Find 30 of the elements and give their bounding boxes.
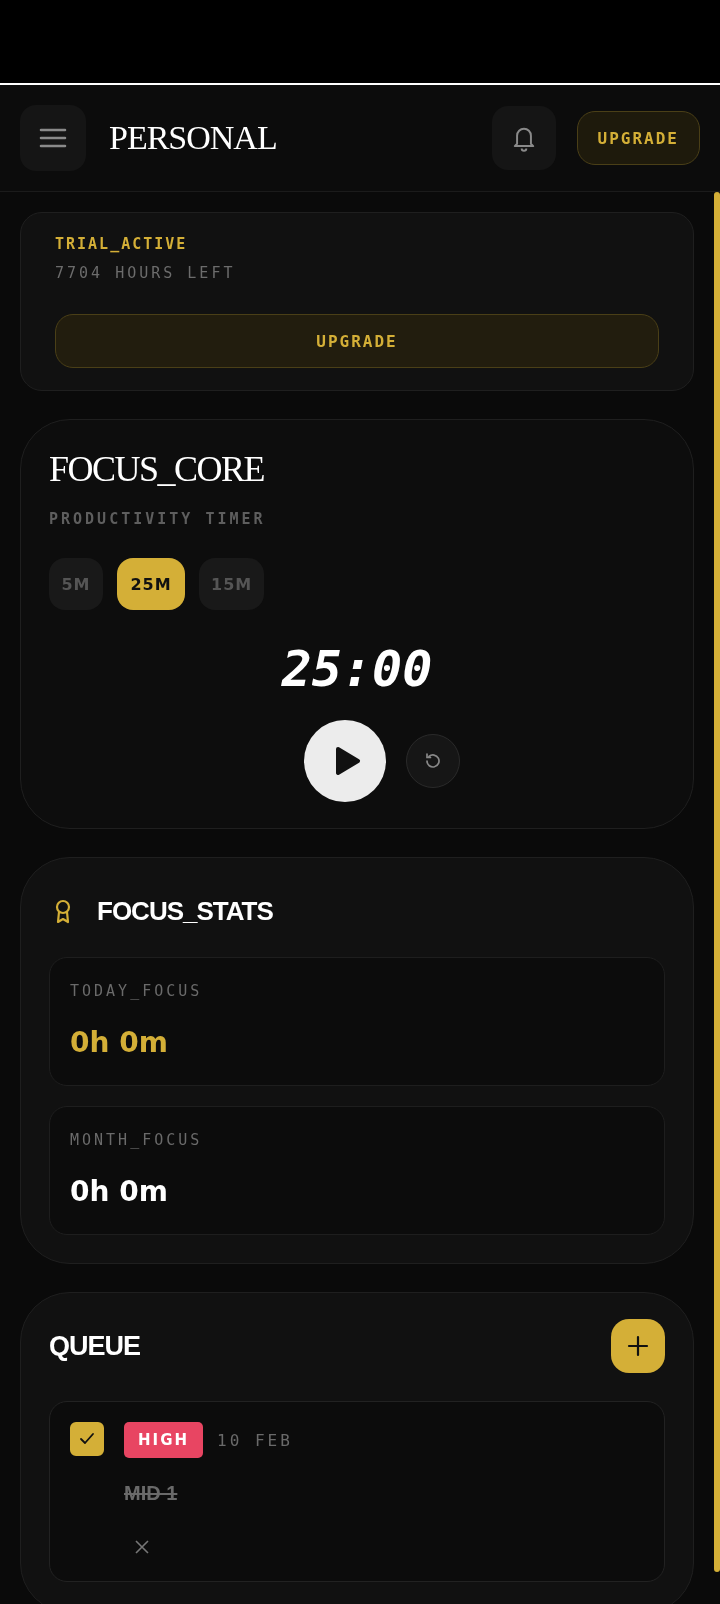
task-title: MID 1 (124, 1482, 178, 1505)
plus-icon (627, 1335, 649, 1357)
check-icon (79, 1432, 95, 1446)
app-title: PERSONAL (109, 119, 277, 157)
priority-tag: HIGH (124, 1422, 203, 1458)
timer-subtitle: PRODUCTIVITY TIMER (49, 510, 267, 528)
stat-label: TODAY_FOCUS (70, 982, 204, 1000)
reset-icon (423, 751, 443, 771)
stat-value: 0h 0m (70, 1175, 169, 1208)
menu-icon (39, 126, 67, 150)
add-button[interactable] (611, 1319, 665, 1373)
duration-chip[interactable]: 25M (117, 558, 185, 610)
award-icon (53, 898, 73, 925)
menu-button[interactable] (20, 105, 86, 171)
scrollbar[interactable] (714, 192, 720, 1572)
upgrade-button[interactable]: UPGRADE (576, 111, 700, 165)
task-checkbox[interactable] (70, 1422, 104, 1456)
hours-left: 7704 HOURS LEFT (55, 264, 237, 282)
notifications-button[interactable] (491, 106, 556, 170)
upgrade-button[interactable]: UPGRADE (55, 314, 659, 368)
stats-title: FOCUS_STATS (97, 896, 273, 927)
timer-display: 25:00 (281, 640, 433, 698)
trial-status: TRIAL_ACTIVE (55, 235, 189, 253)
timer-title: FOCUS_CORE (49, 448, 266, 490)
stat-label: MONTH_FOCUS (70, 1131, 204, 1149)
stat-value: 0h 0m (70, 1026, 169, 1059)
close-icon (134, 1539, 150, 1555)
due-date: 10 FEB (217, 1430, 293, 1450)
reset-button[interactable] (406, 734, 460, 788)
queue-title: QUEUE (49, 1330, 141, 1362)
